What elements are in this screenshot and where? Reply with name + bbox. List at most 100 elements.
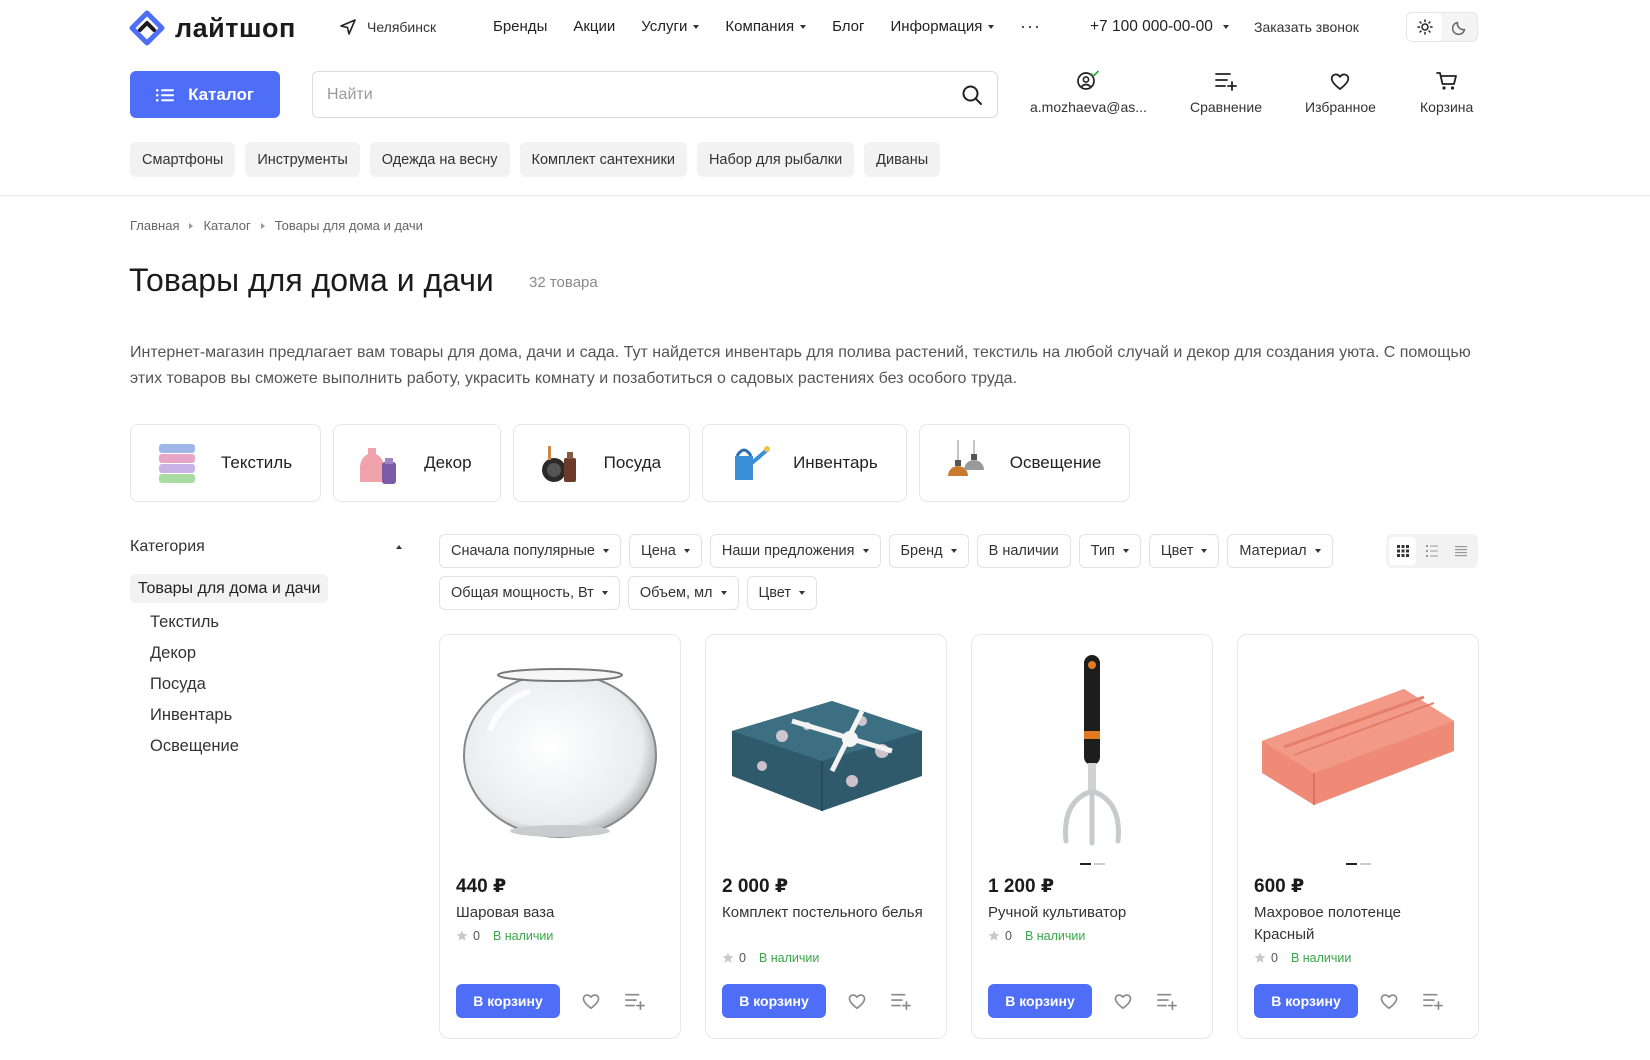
- filter-label: Цена: [640, 543, 676, 559]
- category-tile-lighting[interactable]: Освещение: [918, 424, 1131, 502]
- grid-view-button[interactable]: [1389, 537, 1417, 565]
- account-button[interactable]: a.mozhaeva@as...: [1030, 70, 1147, 115]
- price-filter[interactable]: Цена: [628, 534, 702, 568]
- favorites-button[interactable]: Избранное: [1305, 70, 1376, 115]
- sidebar-category-header[interactable]: Категория: [130, 538, 402, 556]
- volume-filter[interactable]: Объем, мл: [627, 576, 739, 610]
- heart-icon[interactable]: [846, 991, 868, 1011]
- brand-filter[interactable]: Бренд: [888, 534, 969, 568]
- offers-filter[interactable]: Наши предложения: [709, 534, 881, 568]
- quick-link-chip[interactable]: Комплект сантехники: [519, 142, 687, 177]
- compact-view-button[interactable]: [1448, 537, 1475, 565]
- add-to-cart-button[interactable]: В корзину: [456, 984, 560, 1018]
- product-name[interactable]: Комплект постельного белья: [722, 902, 932, 924]
- compare-icon[interactable]: [890, 991, 912, 1011]
- callback-link[interactable]: Заказать звонок: [1254, 19, 1359, 35]
- pagination-dot[interactable]: [1359, 863, 1371, 865]
- site-logo[interactable]: лайтшоп: [129, 10, 296, 46]
- sun-icon: [1416, 19, 1433, 35]
- city-selector[interactable]: Челябинск: [339, 18, 436, 36]
- category-tile-label: Освещение: [1009, 453, 1102, 472]
- category-description: Интернет-магазин предлагает вам товары д…: [130, 344, 1471, 387]
- power-filter[interactable]: Общая мощность, Вт: [439, 576, 620, 610]
- caret-down-icon: [800, 24, 807, 29]
- compare-icon[interactable]: [1156, 991, 1178, 1011]
- product-image-bedding-set[interactable]: [722, 651, 930, 851]
- heart-icon[interactable]: [1378, 991, 1400, 1011]
- sort-filter[interactable]: Сначала популярные: [439, 534, 621, 568]
- sidebar-item-decor[interactable]: Декор: [150, 638, 239, 669]
- material-filter[interactable]: Материал: [1227, 534, 1333, 568]
- product-card[interactable]: 440 ₽ Шаровая ваза 0 В наличии В корзину: [439, 634, 681, 1039]
- nav-promotions[interactable]: Акции: [573, 18, 615, 35]
- cart-button[interactable]: Корзина: [1420, 70, 1473, 115]
- add-to-cart-button[interactable]: В корзину: [988, 984, 1092, 1018]
- caret-down-icon: [720, 591, 727, 595]
- category-tile-dishes[interactable]: Посуда: [512, 424, 691, 502]
- nav-company[interactable]: Компания: [725, 18, 807, 35]
- category-tile-decor[interactable]: Декор: [333, 424, 501, 502]
- product-card[interactable]: 2 000 ₽ Комплект постельного белья 0 В н…: [705, 634, 947, 1039]
- color-filter-2[interactable]: Цвет: [746, 576, 818, 610]
- product-name[interactable]: Ручной культиватор: [988, 902, 1198, 924]
- stock-status: В наличии: [492, 929, 554, 943]
- search-input[interactable]: [327, 85, 961, 104]
- more-menu-icon[interactable]: ···: [1020, 16, 1041, 37]
- product-card[interactable]: 600 ₽ Махровое полотенце Красный 0 В нал…: [1237, 634, 1479, 1039]
- pagination-dot[interactable]: [1093, 863, 1105, 865]
- compare-icon[interactable]: [1422, 991, 1444, 1011]
- nav-brands[interactable]: Бренды: [493, 18, 547, 35]
- in-stock-filter[interactable]: В наличии: [976, 534, 1071, 568]
- pagination-dot[interactable]: [1079, 863, 1091, 865]
- category-tile-textile[interactable]: Текстиль: [130, 424, 322, 502]
- sidebar-item-dishes[interactable]: Посуда: [150, 669, 239, 700]
- quick-link-chip[interactable]: Смартфоны: [130, 142, 236, 177]
- breadcrumb-catalog[interactable]: Каталог: [203, 218, 250, 233]
- product-name[interactable]: Шаровая ваза: [456, 902, 666, 924]
- add-to-cart-button[interactable]: В корзину: [1254, 984, 1358, 1018]
- sidebar-heading: Категория: [130, 538, 205, 555]
- quick-link-chip[interactable]: Набор для рыбалки: [696, 142, 855, 177]
- product-name[interactable]: Махровое полотенце Красный: [1254, 902, 1464, 946]
- light-theme-button[interactable]: [1407, 13, 1442, 41]
- caret-down-icon: [1222, 25, 1229, 29]
- color-filter[interactable]: Цвет: [1148, 534, 1220, 568]
- breadcrumb-home[interactable]: Главная: [130, 218, 179, 233]
- search-icon[interactable]: [961, 84, 983, 106]
- product-meta: 0 В наличии: [988, 929, 1085, 943]
- catalog-button[interactable]: Каталог: [130, 71, 280, 118]
- compare-icon[interactable]: [624, 991, 646, 1011]
- filter-label: Общая мощность, Вт: [451, 585, 594, 601]
- nav-information[interactable]: Информация: [891, 18, 995, 35]
- sidebar-item-lighting[interactable]: Освещение: [150, 731, 239, 762]
- heart-icon[interactable]: [1112, 991, 1134, 1011]
- nav-services[interactable]: Услуги: [641, 18, 700, 35]
- category-tile-label: Инвентарь: [793, 453, 878, 472]
- product-image-terry-towel[interactable]: [1254, 651, 1462, 851]
- type-filter[interactable]: Тип: [1078, 534, 1141, 568]
- sidebar-item-textile[interactable]: Текстиль: [150, 607, 239, 638]
- heart-icon: [1331, 73, 1350, 90]
- user-account-icon: [1077, 70, 1100, 90]
- add-to-cart-button[interactable]: В корзину: [722, 984, 826, 1018]
- bedding-set-image: [732, 701, 922, 811]
- nav-promotions-label: Акции: [573, 18, 616, 35]
- category-tile-tools[interactable]: Инвентарь: [702, 424, 907, 502]
- quick-link-chip[interactable]: Инструменты: [245, 142, 360, 177]
- list-view-button[interactable]: [1418, 537, 1445, 565]
- dark-theme-button[interactable]: [1442, 13, 1477, 41]
- product-image-glass-vase[interactable]: [456, 651, 664, 851]
- compare-button[interactable]: Сравнение: [1190, 70, 1262, 115]
- watering-can-icon: [735, 446, 771, 480]
- product-image-hand-cultivator[interactable]: [988, 651, 1196, 851]
- nav-blog[interactable]: Блог: [832, 18, 864, 35]
- heart-icon[interactable]: [580, 991, 602, 1011]
- phone-selector[interactable]: +7 100 000-00-00: [1090, 18, 1229, 36]
- product-card[interactable]: 1 200 ₽ Ручной культиватор 0 В наличии В…: [971, 634, 1213, 1039]
- pagination-dot[interactable]: [1345, 863, 1357, 865]
- filter-label: Бренд: [900, 543, 943, 559]
- sidebar-item-active[interactable]: Товары для дома и дачи: [130, 574, 329, 603]
- quick-link-chip[interactable]: Диваны: [864, 142, 941, 177]
- quick-link-chip[interactable]: Одежда на весну: [369, 142, 510, 177]
- sidebar-item-tools[interactable]: Инвентарь: [150, 700, 239, 731]
